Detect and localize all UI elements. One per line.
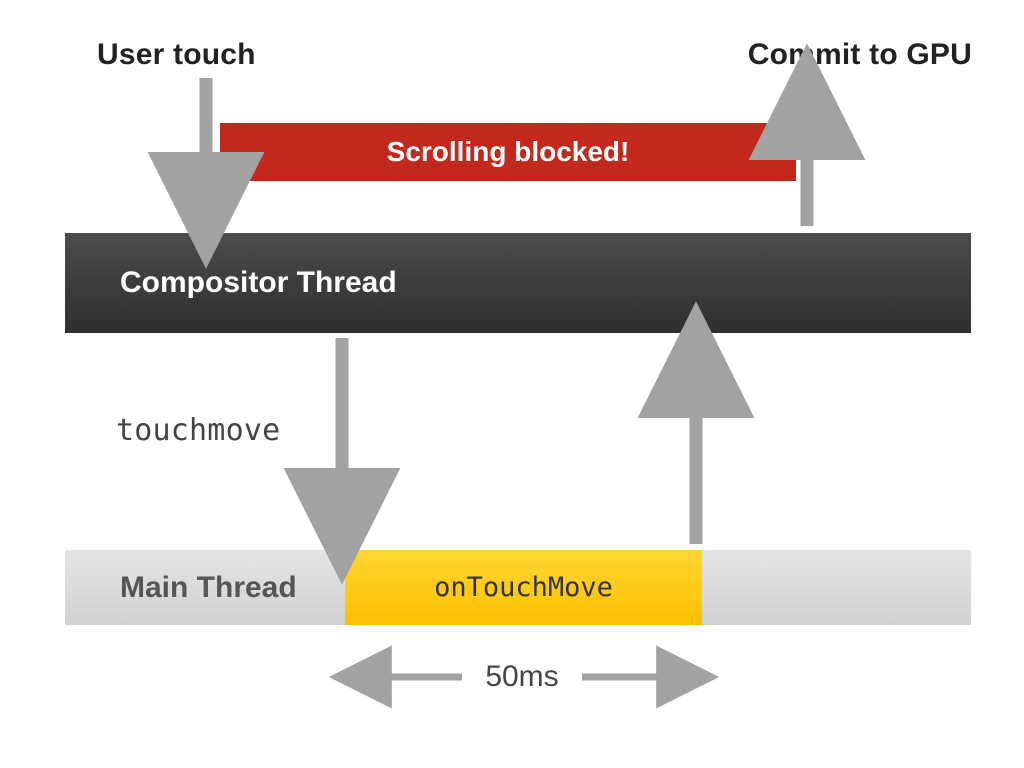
main-thread-bar: Main Thread onTouchMove (65, 550, 971, 625)
compositor-thread-bar: Compositor Thread (65, 233, 971, 333)
scrolling-blocked-banner: Scrolling blocked! (220, 123, 796, 181)
touchmove-label: touchmove (116, 413, 280, 448)
ontouchmove-cell: onTouchMove (345, 550, 702, 625)
compositor-thread-title: Compositor Thread (120, 266, 397, 300)
commit-gpu-label: Commit to GPU (748, 38, 972, 72)
duration-label: 50ms (472, 660, 572, 694)
main-thread-title: Main Thread (120, 571, 297, 605)
main-thread-title-cell: Main Thread (65, 550, 345, 625)
ontouchmove-label: onTouchMove (434, 572, 613, 603)
main-thread-trailing (702, 550, 971, 625)
scrolling-blocked-text: Scrolling blocked! (387, 136, 630, 168)
arrows-overlay (0, 0, 1024, 768)
user-touch-label: User touch (97, 38, 256, 72)
diagram-stage: User touch Commit to GPU Scrolling block… (0, 0, 1024, 768)
